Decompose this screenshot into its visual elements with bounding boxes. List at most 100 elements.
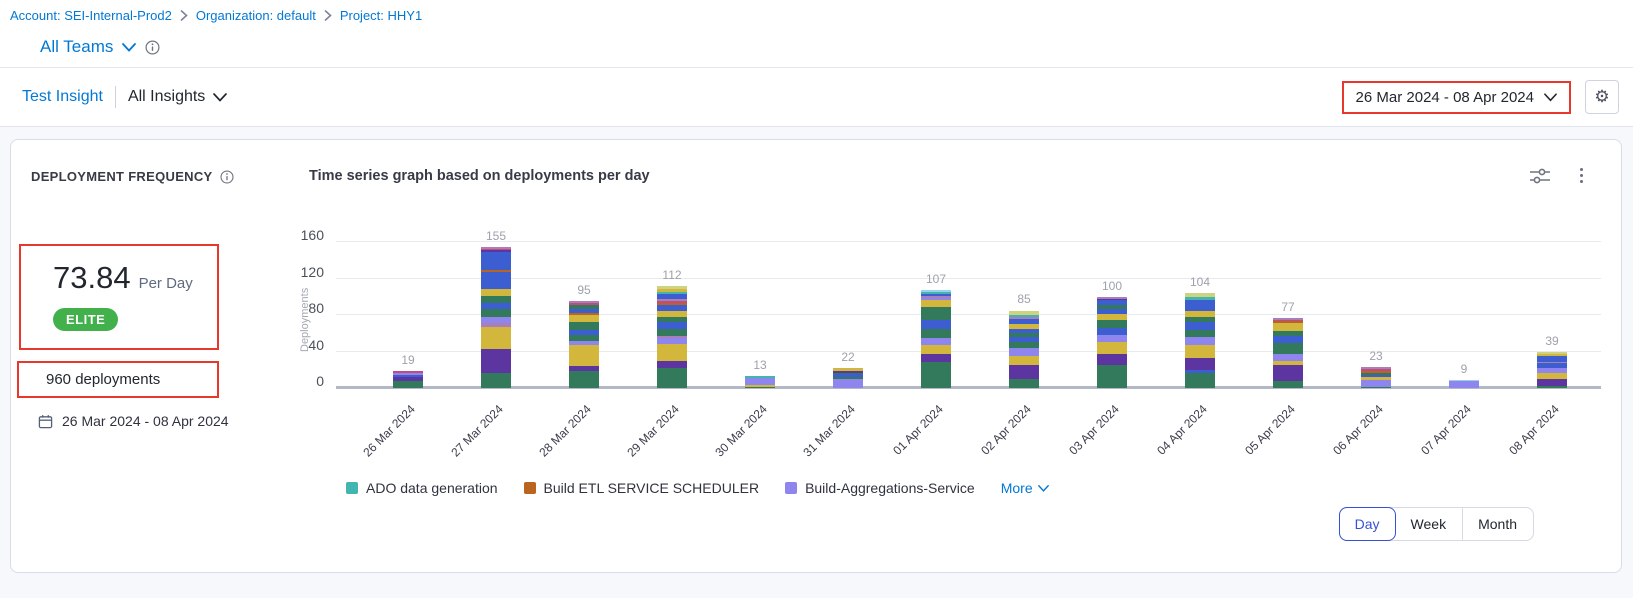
bar-segment [1009, 348, 1039, 356]
bar-segment [1449, 381, 1479, 388]
x-tick-label: 26 Mar 2024 [330, 402, 418, 490]
legend-item[interactable]: ADO data generation [346, 480, 498, 496]
bar-segment [481, 373, 511, 389]
bar-segment [481, 327, 511, 349]
date-range-picker[interactable]: 26 Mar 2024 - 08 Apr 2024 [1356, 89, 1557, 106]
x-axis-line [336, 386, 1601, 389]
x-tick-label: 06 Apr 2024 [1298, 402, 1386, 490]
bar-segment [569, 371, 599, 388]
bar-segment [1097, 354, 1127, 365]
legend-item[interactable]: Build ETL SERVICE SCHEDULER [524, 480, 760, 496]
bar-segment [921, 345, 951, 354]
y-tick-label: 80 [276, 300, 324, 316]
team-selector[interactable]: All Teams [40, 37, 113, 57]
bar-segment [1361, 387, 1391, 388]
bar-07-apr-2024[interactable] [1449, 380, 1479, 388]
x-tick-label: 05 Apr 2024 [1210, 402, 1298, 490]
bar-segment [833, 379, 863, 388]
bar-value-label: 23 [1346, 349, 1406, 363]
insight-name-link[interactable]: Test Insight [22, 88, 103, 106]
bar-value-label: 104 [1170, 275, 1230, 289]
bar-segment [1273, 323, 1303, 330]
insight-toolbar-left: Test Insight All Insights [22, 86, 227, 108]
bar-value-label: 155 [466, 229, 526, 243]
bar-segment [1097, 320, 1127, 328]
dashboard-page: DEPLOYMENT FREQUENCY Time series graph b… [0, 127, 1633, 598]
bar-segment [745, 387, 775, 388]
bar-segment [569, 345, 599, 366]
bar-segment [657, 361, 687, 368]
chart-legend: ADO data generation Build ETL SERVICE SCH… [346, 480, 1049, 496]
info-icon [145, 40, 160, 55]
bar-segment [569, 322, 599, 329]
bar-segment [657, 329, 687, 336]
bar-segment [1185, 322, 1215, 329]
bar-segment [1185, 337, 1215, 345]
bar-segment [921, 354, 951, 362]
bar-04-apr-2024[interactable] [1185, 293, 1215, 388]
bar-29-mar-2024[interactable] [657, 286, 687, 388]
bar-segment [481, 289, 511, 296]
bar-segment [393, 381, 423, 388]
legend-more-link[interactable]: More [1001, 480, 1049, 496]
bar-segment [1185, 330, 1215, 337]
x-tick-label: 01 Apr 2024 [858, 402, 946, 490]
gear-icon: ⚙ [1594, 87, 1609, 107]
granularity-toggle: DayWeekMonth [1339, 507, 1534, 541]
bar-value-label: 77 [1258, 300, 1318, 314]
bar-value-label: 13 [730, 358, 790, 372]
chevron-right-icon [324, 10, 332, 21]
bar-28-mar-2024[interactable] [569, 301, 599, 388]
breadcrumb-item[interactable]: Project: HHY1 [340, 8, 422, 23]
bar-segment [921, 307, 951, 320]
bar-30-mar-2024[interactable] [745, 376, 775, 388]
bar-segment [1185, 300, 1215, 311]
bar-segment [921, 329, 951, 338]
team-selector-row: All Teams [40, 37, 1633, 57]
granularity-month[interactable]: Month [1462, 508, 1533, 540]
app-root: Account: SEI-Internal-Prod2 Organization:… [0, 0, 1633, 598]
bar-value-label: 9 [1434, 362, 1494, 376]
bar-segment [921, 320, 951, 329]
legend-swatch [524, 482, 536, 494]
breadcrumb-item[interactable]: Account: SEI-Internal-Prod2 [10, 8, 172, 23]
bar-08-apr-2024[interactable] [1537, 352, 1567, 388]
legend-label: ADO data generation [366, 480, 498, 496]
legend-item[interactable]: Build-Aggregations-Service [785, 480, 975, 496]
bar-segment [1009, 356, 1039, 365]
x-tick-label: 07 Apr 2024 [1386, 402, 1474, 490]
bar-segment [481, 272, 511, 288]
bar-06-apr-2024[interactable] [1361, 367, 1391, 388]
chevron-down-icon[interactable] [122, 43, 136, 52]
bar-segment [481, 252, 511, 270]
granularity-day[interactable]: Day [1339, 507, 1396, 541]
bar-31-mar-2024[interactable] [833, 368, 863, 388]
x-tick-label: 31 Mar 2024 [770, 402, 858, 490]
annotation-box-date-range: 26 Mar 2024 - 08 Apr 2024 [1342, 81, 1571, 114]
breadcrumb-item[interactable]: Organization: default [196, 8, 316, 23]
top-header: Account: SEI-Internal-Prod2 Organization:… [0, 0, 1633, 57]
legend-label: Build ETL SERVICE SCHEDULER [544, 480, 760, 496]
bar-03-apr-2024[interactable] [1097, 297, 1127, 388]
bar-segment [1537, 379, 1567, 386]
bar-05-apr-2024[interactable] [1273, 318, 1303, 388]
bar-27-mar-2024[interactable] [481, 247, 511, 388]
bar-segment [657, 368, 687, 388]
bar-01-apr-2024[interactable] [921, 290, 951, 388]
granularity-week[interactable]: Week [1395, 508, 1463, 540]
deployment-frequency-widget: DEPLOYMENT FREQUENCY Time series graph b… [10, 139, 1622, 573]
bar-02-apr-2024[interactable] [1009, 311, 1039, 389]
bar-segment [1361, 380, 1391, 387]
bar-segment [1273, 343, 1303, 354]
chevron-right-icon [180, 10, 188, 21]
insight-toolbar: Test Insight All Insights 26 Mar 2024 - … [0, 68, 1633, 127]
insight-scope-dropdown[interactable]: All Insights [128, 88, 227, 106]
bar-segment [1097, 328, 1127, 335]
x-tick-label: 03 Apr 2024 [1034, 402, 1122, 490]
bar-26-mar-2024[interactable] [393, 371, 423, 388]
legend-label: Build-Aggregations-Service [805, 480, 975, 496]
bar-segment [921, 338, 951, 345]
bar-value-label: 100 [1082, 279, 1142, 293]
insight-toolbar-right: 26 Mar 2024 - 08 Apr 2024 ⚙ [1342, 80, 1619, 114]
settings-button[interactable]: ⚙ [1585, 80, 1619, 114]
